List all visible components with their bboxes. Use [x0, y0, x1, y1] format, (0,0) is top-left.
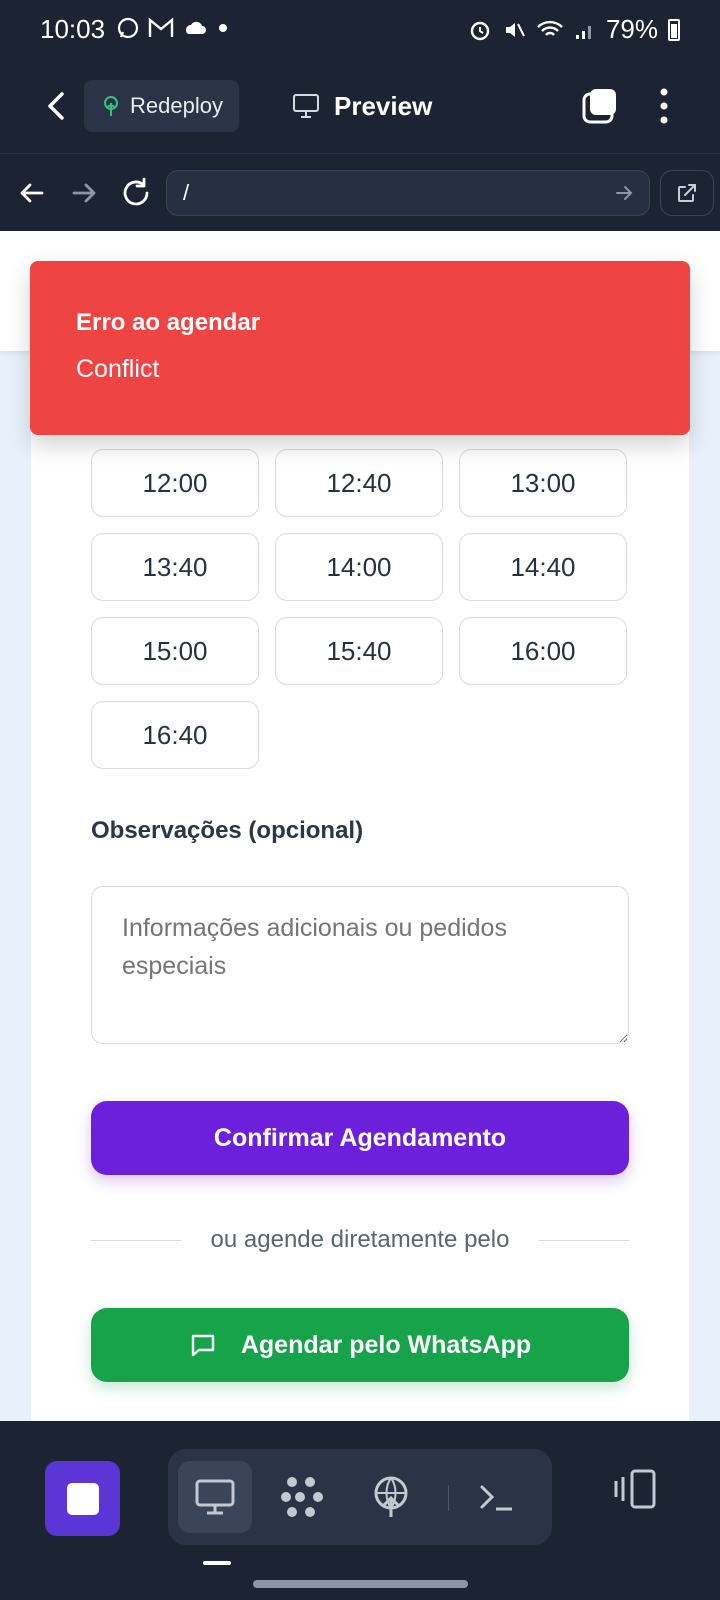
app-bar: Redeploy Preview — [0, 60, 720, 154]
preview-tool-button[interactable] — [178, 1461, 252, 1533]
url-input[interactable]: / — [166, 170, 650, 216]
toolbar-separator — [448, 1485, 449, 1511]
time-slot[interactable]: 13:00 — [459, 449, 627, 517]
tool-group — [168, 1449, 552, 1545]
confirm-booking-button[interactable]: Confirmar Agendamento — [91, 1101, 629, 1175]
go-arrow-icon[interactable] — [613, 182, 635, 204]
time-slot[interactable]: 15:40 — [275, 617, 443, 685]
whatsapp-button-label: Agendar pelo WhatsApp — [240, 1330, 532, 1359]
error-toast[interactable]: Erro ao agendar Conflict — [30, 261, 690, 435]
divider-line — [539, 1239, 629, 1241]
status-time: 10:03 — [40, 14, 106, 44]
time-slot[interactable]: 12:40 — [275, 449, 443, 517]
reload-button[interactable] — [116, 173, 156, 213]
bottom-toolbar — [0, 1421, 720, 1600]
time-slot[interactable]: 13:40 — [91, 533, 259, 601]
whatsapp-icon — [117, 17, 139, 39]
signal-icon — [575, 25, 591, 39]
monitor-icon — [195, 1479, 235, 1515]
divider: ou agende diretamente pelo — [91, 1223, 629, 1257]
preview-tab[interactable]: Preview — [292, 84, 432, 128]
stop-icon — [66, 1482, 99, 1515]
url-bar: / — [0, 155, 720, 231]
battery-icon — [668, 18, 680, 41]
device-toggle-button[interactable] — [612, 1465, 662, 1515]
gmail-icon — [148, 17, 174, 37]
time-slot[interactable]: 14:00 — [275, 533, 443, 601]
divider-line — [91, 1239, 181, 1241]
globe-upload-icon — [374, 1476, 408, 1517]
terminal-icon — [480, 1485, 512, 1511]
nav-back-button[interactable] — [12, 173, 52, 213]
booking-card: 12:00 12:40 13:00 13:40 14:00 14:40 15:0… — [31, 351, 689, 1421]
stop-button[interactable] — [45, 1461, 120, 1536]
dot-icon — [219, 24, 227, 32]
grid-dots-icon — [281, 1477, 323, 1517]
redeploy-label: Redeploy — [130, 93, 223, 118]
open-external-button[interactable] — [660, 170, 714, 216]
deploy-tool-button[interactable] — [354, 1461, 428, 1533]
mute-icon — [505, 22, 525, 37]
alarm-icon — [470, 21, 490, 40]
preview-label: Preview — [334, 90, 433, 121]
cloud-icon — [186, 21, 206, 34]
home-indicator[interactable] — [253, 1580, 468, 1588]
monitor-icon — [293, 94, 319, 118]
message-icon — [191, 1334, 215, 1357]
time-slot[interactable]: 14:40 — [459, 533, 627, 601]
redeploy-button[interactable]: Redeploy — [84, 80, 239, 132]
observations-field[interactable] — [91, 886, 629, 1044]
time-slot[interactable]: 16:40 — [91, 701, 259, 769]
wifi-icon — [537, 20, 563, 36]
active-tab-indicator — [203, 1561, 231, 1565]
time-slot[interactable]: 16:00 — [459, 617, 627, 685]
time-slot[interactable]: 15:00 — [91, 617, 259, 685]
toast-description: Conflict — [76, 355, 160, 383]
whatsapp-booking-button[interactable]: Agendar pelo WhatsApp — [91, 1308, 629, 1382]
back-button[interactable] — [38, 86, 72, 126]
nav-forward-button[interactable] — [64, 173, 104, 213]
status-bar: 10:03 79% — [0, 0, 720, 60]
external-link-icon — [678, 184, 696, 202]
terminal-tool-button[interactable] — [460, 1461, 534, 1533]
more-options-button[interactable] — [650, 86, 678, 126]
time-slot[interactable]: 12:00 — [91, 449, 259, 517]
tabs-button[interactable] — [580, 86, 620, 126]
toast-title: Erro ao agendar — [76, 309, 261, 336]
url-text: / — [183, 180, 190, 205]
tree-icon — [104, 96, 118, 116]
divider-text: ou agende diretamente pelo — [210, 1226, 510, 1253]
notification-icons — [116, 16, 230, 40]
agents-tool-button[interactable] — [266, 1461, 340, 1533]
observations-label: Observações (opcional) — [91, 817, 364, 844]
system-icons: 79% — [468, 14, 680, 45]
battery-percent: 79% — [605, 14, 658, 44]
